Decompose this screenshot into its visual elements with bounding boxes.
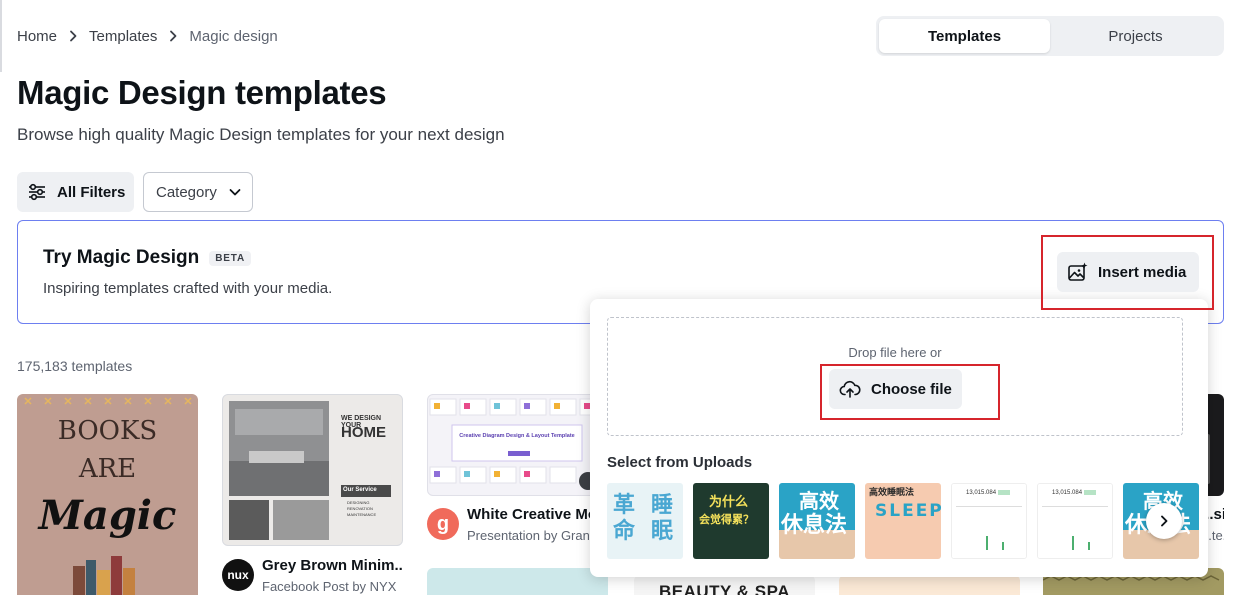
template-card-grey-brown[interactable]: WE DESIGN YOUR HOME Our Service DESIGNIN… [222, 394, 403, 546]
books-line-3: Magic [38, 492, 177, 539]
file-dropzone[interactable]: Drop file here or Choose file [607, 317, 1183, 436]
diagram-slides-collage [429, 398, 607, 490]
template-card-white-creative[interactable]: Creative Diagram Design & Layout Templat… [427, 394, 608, 496]
breadcrumb: Home Templates Magic design [17, 26, 278, 46]
books-illustration [73, 556, 135, 595]
choose-file-button[interactable]: Choose file [829, 369, 962, 409]
kitchen-photo-small [273, 500, 329, 540]
upload-text: 休息法 [781, 513, 848, 538]
uploads-carousel: 革 睡 命 眠 为什么 会觉得累？ 高效 休息法 高效睡眠法 SLEEP 13,… [607, 483, 1199, 559]
page-title: Magic Design templates [17, 74, 387, 111]
template-card-books[interactable]: BOOKS ARE Magic [17, 394, 198, 595]
breadcrumb-home[interactable]: Home [17, 28, 57, 45]
tab-projects[interactable]: Projects [1050, 19, 1221, 53]
image-sparkle-icon [1067, 261, 1089, 283]
view-toggle: Templates Projects [876, 16, 1224, 56]
creator-avatar-nyx: nux [222, 559, 254, 591]
grey-card-service-3: MAINTENANCE [347, 512, 377, 517]
grey-card-home: HOME [341, 424, 386, 441]
upload-thumbnail[interactable]: 为什么 会觉得累？ [693, 483, 769, 559]
insert-media-popover: Drop file here or Choose file Select fro… [590, 299, 1208, 577]
upload-text: 命 [613, 519, 636, 544]
chevron-right-icon [1161, 515, 1168, 527]
grey-card-service-2: RENOVATION [347, 506, 373, 511]
upload-thumbnail[interactable]: 高效 休息法 [779, 483, 855, 559]
cloud-upload-icon [839, 378, 861, 400]
insert-media-label: Insert media [1098, 263, 1187, 281]
category-label: Category [156, 183, 217, 201]
beauty-spa-heading: BEAUTY & SPA [658, 582, 790, 595]
upload-thumbnail[interactable]: 革 睡 命 眠 [607, 483, 683, 559]
kitchen-photo [229, 401, 329, 496]
sliders-icon [27, 182, 47, 202]
template-meta: Facebook Post by NYX [262, 579, 397, 594]
magic-card-title-row: Try Magic Design BETA [43, 247, 251, 269]
upload-text: 眠 [651, 519, 674, 544]
template-meta: Presentation by Gran [467, 528, 590, 543]
insert-media-button[interactable]: Insert media [1057, 252, 1199, 292]
template-name[interactable]: White Creative Mo [467, 506, 590, 523]
all-filters-button[interactable]: All Filters [17, 172, 134, 212]
template-card-unicorn[interactable] [839, 575, 1020, 595]
beta-badge: BETA [209, 250, 251, 266]
upload-text: 13,015.084 [1052, 490, 1083, 496]
template-card-beauty-spa[interactable]: BEAUTY & SPA [634, 575, 815, 595]
page-left-edge [0, 0, 2, 72]
breadcrumb-current: Magic design [189, 27, 278, 45]
upload-text: SLEEP [875, 501, 941, 521]
chevron-down-icon [227, 184, 243, 200]
grey-card-service: Our Service [341, 485, 391, 497]
upload-text: 高效睡眠法 [869, 488, 915, 498]
category-dropdown[interactable]: Category [143, 172, 253, 212]
service-icon-tile [229, 500, 269, 540]
upload-thumbnail[interactable]: 13,015.084 [951, 483, 1027, 559]
upload-text: 会觉得累？ [699, 513, 754, 526]
choose-file-label: Choose file [871, 380, 952, 398]
x-pattern-decoration [24, 397, 192, 405]
uploads-heading: Select from Uploads [607, 454, 753, 471]
template-count: 175,183 templates [17, 358, 133, 374]
books-line-2: ARE [78, 454, 137, 484]
drop-file-text: Drop file here or [848, 345, 942, 360]
chevron-right-icon [163, 26, 183, 46]
chevron-right-icon [63, 26, 83, 46]
white-card-heading: Creative Diagram Design & Layout Templat… [459, 433, 575, 439]
upload-text: 为什么 [709, 495, 749, 510]
magic-card-title: Try Magic Design [43, 247, 200, 268]
template-name[interactable]: Grey Brown Minim... [262, 557, 402, 574]
upload-text: 13,015.084 [966, 490, 997, 496]
magic-card-subtitle: Inspiring templates crafted with your me… [43, 280, 333, 297]
tab-templates[interactable]: Templates [879, 19, 1050, 53]
carousel-next-button[interactable] [1146, 503, 1182, 539]
creator-avatar-gran: g [427, 508, 459, 540]
page-subtitle: Browse high quality Magic Design templat… [17, 125, 505, 144]
breadcrumb-templates[interactable]: Templates [89, 28, 157, 45]
all-filters-label: All Filters [57, 183, 126, 201]
template-card-teal[interactable] [427, 568, 608, 595]
upload-thumbnail[interactable]: 13,015.084 [1037, 483, 1113, 559]
upload-thumbnail[interactable]: 高效睡眠法 SLEEP [865, 483, 941, 559]
books-line-1: BOOKS [57, 416, 158, 446]
grey-card-service-1: DESIGNING [347, 500, 370, 505]
